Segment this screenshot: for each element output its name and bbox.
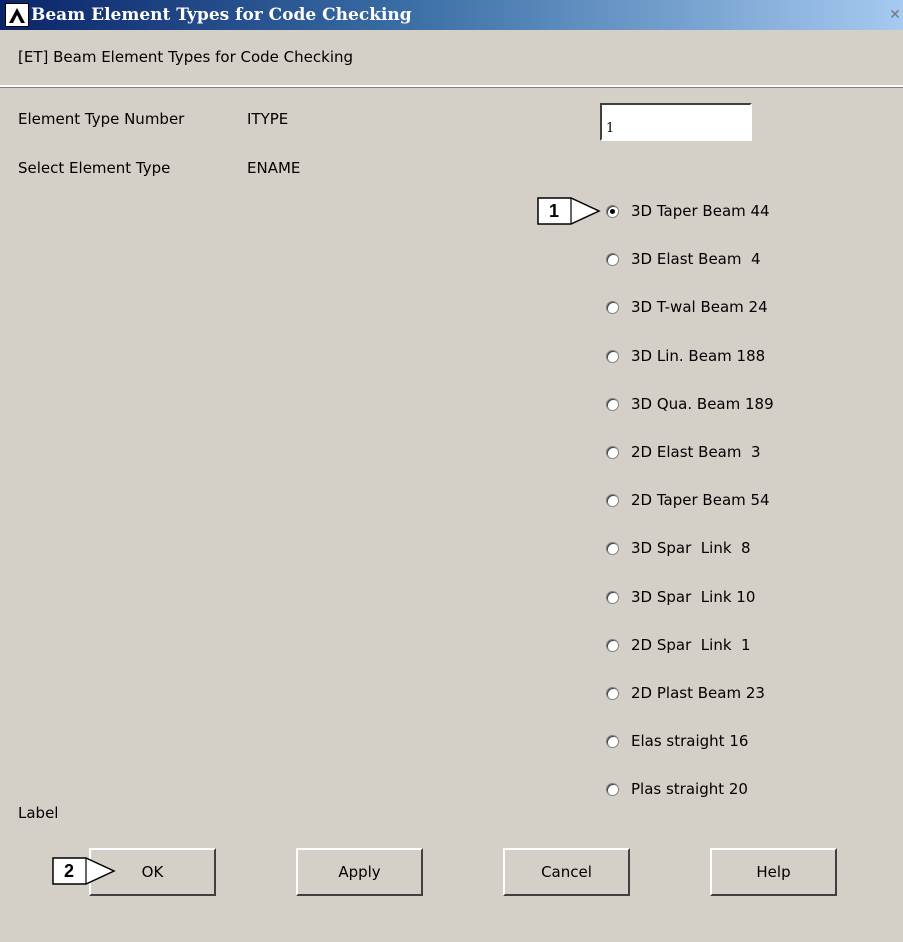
element-type-number-label: Element Type Number (18, 110, 185, 128)
element-type-option-label: 2D Spar Link 1 (631, 636, 751, 654)
ansys-logo-icon (5, 3, 29, 27)
apply-button[interactable]: Apply (296, 848, 423, 896)
callout-1-number: 1 (548, 200, 559, 221)
radio-unselected-icon[interactable] (606, 734, 619, 748)
radio-unselected-icon[interactable] (606, 638, 619, 652)
element-type-option[interactable]: 3D Spar Link 8 (606, 537, 751, 559)
title-bar: Beam Element Types for Code Checking ✕ (0, 0, 903, 30)
element-type-option[interactable]: 3D Taper Beam 44 (606, 200, 770, 222)
apply-button-label: Apply (338, 863, 381, 881)
element-type-option[interactable]: 2D Spar Link 1 (606, 634, 751, 656)
radio-unselected-icon[interactable] (606, 300, 619, 314)
close-icon[interactable]: ✕ (887, 6, 903, 24)
element-type-option[interactable]: Plas straight 20 (606, 778, 748, 800)
element-type-option-label: 3D Spar Link 8 (631, 539, 751, 557)
element-type-option-label: 2D Taper Beam 54 (631, 491, 770, 509)
element-type-option-label: 3D T-wal Beam 24 (631, 298, 768, 316)
callout-2: 2 (52, 857, 116, 885)
radio-unselected-icon[interactable] (606, 445, 619, 459)
element-type-option-label: 2D Plast Beam 23 (631, 684, 765, 702)
itype-param-label: ITYPE (247, 110, 289, 128)
dialog-header-label: [ET] Beam Element Types for Code Checkin… (18, 48, 354, 66)
element-type-option[interactable]: 3D Lin. Beam 188 (606, 345, 765, 367)
element-type-option-label: 3D Qua. Beam 189 (631, 395, 774, 413)
help-button-label: Help (756, 863, 791, 881)
element-type-option-label: 3D Spar Link 10 (631, 588, 756, 606)
element-type-option[interactable]: 2D Taper Beam 54 (606, 489, 770, 511)
cancel-button[interactable]: Cancel (503, 848, 630, 896)
radio-unselected-icon[interactable] (606, 541, 619, 555)
radio-unselected-icon[interactable] (606, 397, 619, 411)
dialog-header: [ET] Beam Element Types for Code Checkin… (0, 30, 903, 87)
callout-1: 1 (537, 197, 601, 225)
radio-unselected-icon[interactable] (606, 590, 619, 604)
radio-unselected-icon[interactable] (606, 686, 619, 700)
element-type-option[interactable]: Elas straight 16 (606, 730, 748, 752)
element-type-option-label: Elas straight 16 (631, 732, 749, 750)
element-type-option-label: Plas straight 20 (631, 780, 748, 798)
ename-param-label: ENAME (247, 159, 301, 177)
element-type-option[interactable]: 3D Elast Beam 4 (606, 248, 761, 270)
select-element-type-label: Select Element Type (18, 159, 171, 177)
element-type-option-label: 3D Lin. Beam 188 (631, 347, 766, 365)
label-text: Label (18, 804, 59, 822)
radio-unselected-icon[interactable] (606, 252, 619, 266)
element-type-option[interactable]: 3D T-wal Beam 24 (606, 296, 768, 318)
radio-unselected-icon[interactable] (606, 782, 619, 796)
element-type-option[interactable]: 3D Qua. Beam 189 (606, 393, 774, 415)
element-type-option-label: 3D Taper Beam 44 (631, 202, 770, 220)
element-type-option[interactable]: 2D Plast Beam 23 (606, 682, 765, 704)
radio-unselected-icon[interactable] (606, 349, 619, 363)
radio-selected-icon[interactable] (606, 204, 619, 218)
element-type-option[interactable]: 3D Spar Link 10 (606, 586, 755, 608)
itype-input[interactable] (600, 103, 752, 141)
ok-button-label: OK (141, 863, 164, 881)
radio-unselected-icon[interactable] (606, 493, 619, 507)
element-type-option-label: 3D Elast Beam 4 (631, 250, 761, 268)
element-type-option-label: 2D Elast Beam 3 (631, 443, 761, 461)
cancel-button-label: Cancel (541, 863, 592, 881)
callout-2-number: 2 (63, 860, 74, 881)
help-button[interactable]: Help (710, 848, 837, 896)
element-type-option[interactable]: 2D Elast Beam 3 (606, 441, 761, 463)
window-title: Beam Element Types for Code Checking (31, 5, 412, 25)
